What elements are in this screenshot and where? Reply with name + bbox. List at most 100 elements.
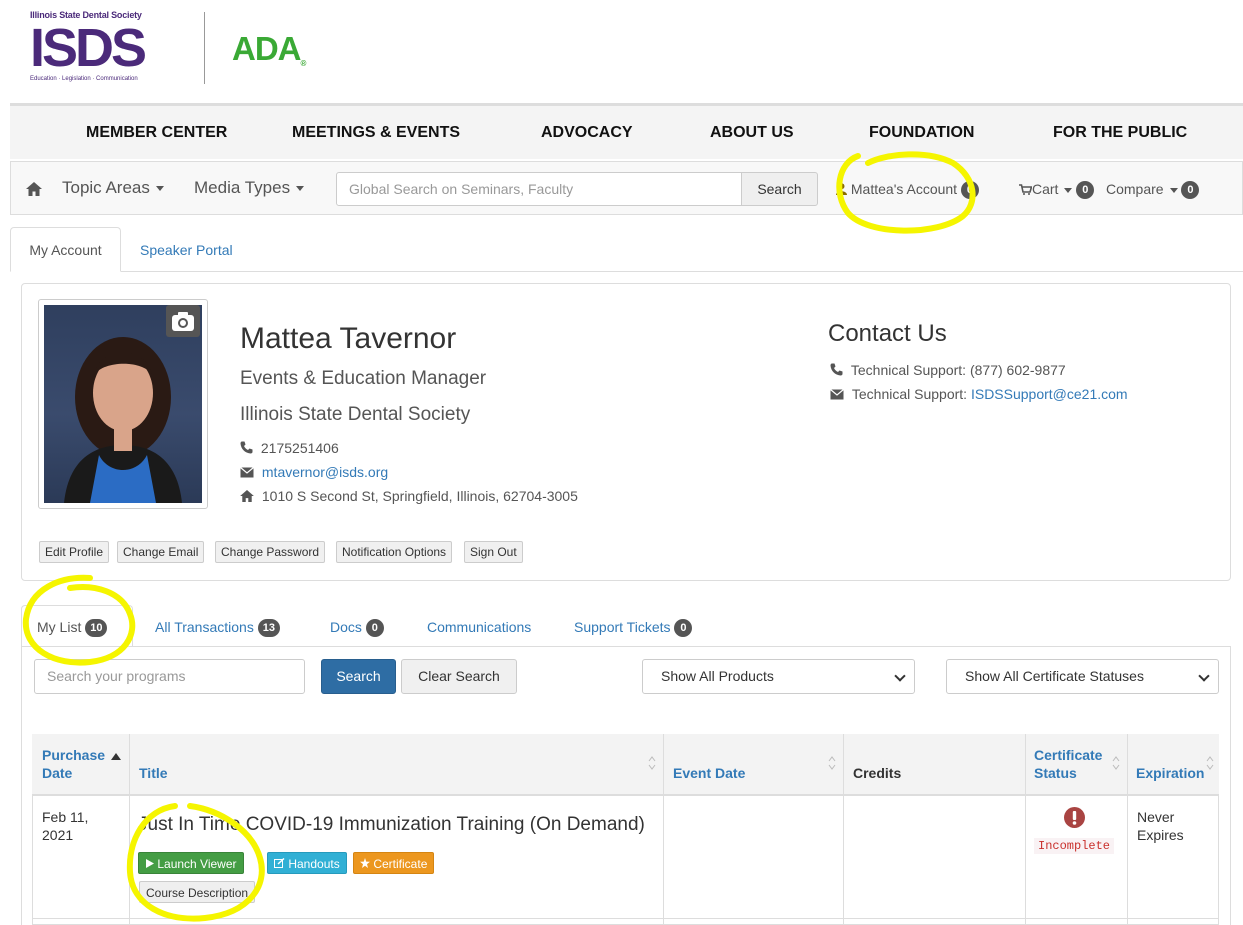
chevron-down-icon <box>1198 670 1210 682</box>
nav-meetings-events[interactable]: MEETINGS & EVENTS <box>292 124 460 142</box>
transactions-count-badge: 13 <box>257 619 280 638</box>
row-divider <box>32 918 1219 919</box>
global-search-button[interactable]: Search <box>741 172 818 206</box>
certificate-status-select[interactable]: Show All Certificate Statuses <box>946 659 1219 694</box>
profile-address: 1010 S Second St, Springfield, Illinois,… <box>240 488 578 504</box>
user-icon <box>836 183 847 195</box>
cart-icon <box>1019 184 1033 195</box>
cart-count-badge: 0 <box>1076 181 1095 200</box>
certificate-status-badge: Incomplete <box>1034 838 1115 854</box>
phone-icon <box>830 363 843 376</box>
tab-communications[interactable]: Communications <box>427 619 531 635</box>
th-certificate-status[interactable]: Certificate Status <box>1034 746 1102 782</box>
envelope-icon <box>830 389 844 400</box>
edit-profile-button[interactable]: Edit Profile <box>39 541 110 563</box>
isds-logo-word: ISDS <box>30 18 147 78</box>
ada-logo[interactable]: ADA® <box>232 30 306 68</box>
caret-down-icon <box>1064 187 1073 193</box>
sort-icon <box>1112 756 1120 770</box>
main-nav: MEMBER CENTER MEETINGS & EVENTS ADVOCACY… <box>10 103 1243 159</box>
th-expiration[interactable]: Expiration <box>1136 764 1204 782</box>
support-email-link[interactable]: ISDSSupport@ce21.com <box>971 386 1128 402</box>
sort-icon <box>1206 756 1214 770</box>
envelope-icon <box>240 467 254 478</box>
column-divider <box>663 734 664 925</box>
profile-email-row: mtavernor@isds.org <box>240 464 388 480</box>
star-icon <box>360 858 370 868</box>
sign-out-button[interactable]: Sign Out <box>464 541 523 563</box>
topic-areas-dropdown[interactable]: Topic Areas <box>62 178 164 198</box>
products-select[interactable]: Show All Products <box>642 659 915 694</box>
home-icon[interactable] <box>26 182 42 196</box>
nav-advocacy[interactable]: ADVOCACY <box>541 124 633 142</box>
th-purchase-date[interactable]: Purchase Date <box>42 746 122 782</box>
notification-options-button[interactable]: Notification Options <box>336 541 453 563</box>
sort-icon <box>648 756 656 770</box>
tab-support-tickets[interactable]: Support Tickets 0 <box>574 619 693 638</box>
edit-icon <box>274 857 285 868</box>
row-purchase-date: Feb 11, 2021 <box>42 809 89 843</box>
compare-count-badge: 0 <box>1181 181 1200 200</box>
compare-menu[interactable]: Compare 0 <box>1106 181 1200 200</box>
tabs-divider <box>10 271 1243 272</box>
course-description-button[interactable]: Course Description <box>139 881 256 903</box>
nav-foundation[interactable]: FOUNDATION <box>869 124 974 142</box>
column-divider <box>1025 734 1026 925</box>
docs-count-badge: 0 <box>365 619 384 638</box>
row-expiration: Never Expires <box>1137 809 1184 843</box>
camera-icon <box>172 312 194 331</box>
clear-search-button[interactable]: Clear Search <box>401 659 517 694</box>
profile-phone: 2175251406 <box>240 440 339 456</box>
account-count-badge: 0 <box>960 181 979 200</box>
isds-logo-bottom-text: Education · Legislation · Communication <box>30 76 138 82</box>
contact-phone: Technical Support: (877) 602-9877 <box>830 362 1066 378</box>
profile-job-title: Events & Education Manager <box>240 368 487 389</box>
contact-email-row: Technical Support: ISDSSupport@ce21.com <box>830 386 1128 402</box>
th-title[interactable]: Title <box>139 764 168 782</box>
sub-navbar: Topic Areas Media Types Global Search on… <box>10 161 1243 215</box>
change-email-button[interactable]: Change Email <box>117 541 205 563</box>
tab-speaker-portal[interactable]: Speaker Portal <box>140 242 233 258</box>
home-icon <box>240 490 254 502</box>
column-divider <box>843 734 844 925</box>
tab-my-list[interactable]: My List 10 <box>21 605 133 647</box>
media-types-dropdown[interactable]: Media Types <box>194 178 305 198</box>
phone-icon <box>240 441 253 454</box>
tab-docs[interactable]: Docs 0 <box>330 619 384 638</box>
chevron-down-icon <box>894 670 906 682</box>
logo-divider <box>204 12 205 84</box>
change-password-button[interactable]: Change Password <box>215 541 326 563</box>
caret-down-icon <box>1169 187 1178 193</box>
certificate-button[interactable]: Certificate <box>353 852 435 874</box>
global-search-input[interactable]: Global Search on Seminars, Faculty <box>336 172 742 206</box>
th-credits: Credits <box>853 765 902 781</box>
launch-viewer-button[interactable]: Launch Viewer <box>138 852 244 874</box>
program-search-input[interactable]: Search your programs <box>34 659 305 694</box>
column-divider <box>129 734 130 925</box>
nav-member-center[interactable]: MEMBER CENTER <box>86 124 227 142</box>
sort-icon <box>828 756 836 770</box>
exclamation-circle-icon <box>1064 807 1085 828</box>
tab-all-transactions[interactable]: All Transactions 13 <box>155 619 280 638</box>
nav-for-the-public[interactable]: FOR THE PUBLIC <box>1053 124 1187 142</box>
cart-menu[interactable]: Cart 0 <box>1019 181 1095 200</box>
account-menu[interactable]: Mattea's Account 0 <box>836 181 979 200</box>
caret-down-icon <box>296 186 305 192</box>
tab-my-account[interactable]: My Account <box>10 227 121 272</box>
isds-logo[interactable]: Illinois State Dental Society ISDS Educa… <box>30 10 175 90</box>
sort-asc-icon <box>111 753 122 760</box>
profile-email-link[interactable]: mtavernor@isds.org <box>262 464 388 480</box>
change-photo-button[interactable] <box>166 305 200 337</box>
my-list-count-badge: 10 <box>85 619 108 638</box>
course-title: Just In Time COVID-19 Immunization Train… <box>138 814 645 835</box>
program-search-button[interactable]: Search <box>321 659 396 694</box>
caret-down-icon <box>155 186 164 192</box>
profile-organization: Illinois State Dental Society <box>240 404 471 425</box>
play-icon <box>146 859 154 868</box>
support-tickets-count-badge: 0 <box>674 619 693 638</box>
th-event-date[interactable]: Event Date <box>673 764 745 782</box>
nav-about-us[interactable]: ABOUT US <box>710 124 794 142</box>
contact-us-title: Contact Us <box>828 320 947 347</box>
column-divider <box>1127 734 1128 925</box>
handouts-button[interactable]: Handouts <box>267 852 347 874</box>
